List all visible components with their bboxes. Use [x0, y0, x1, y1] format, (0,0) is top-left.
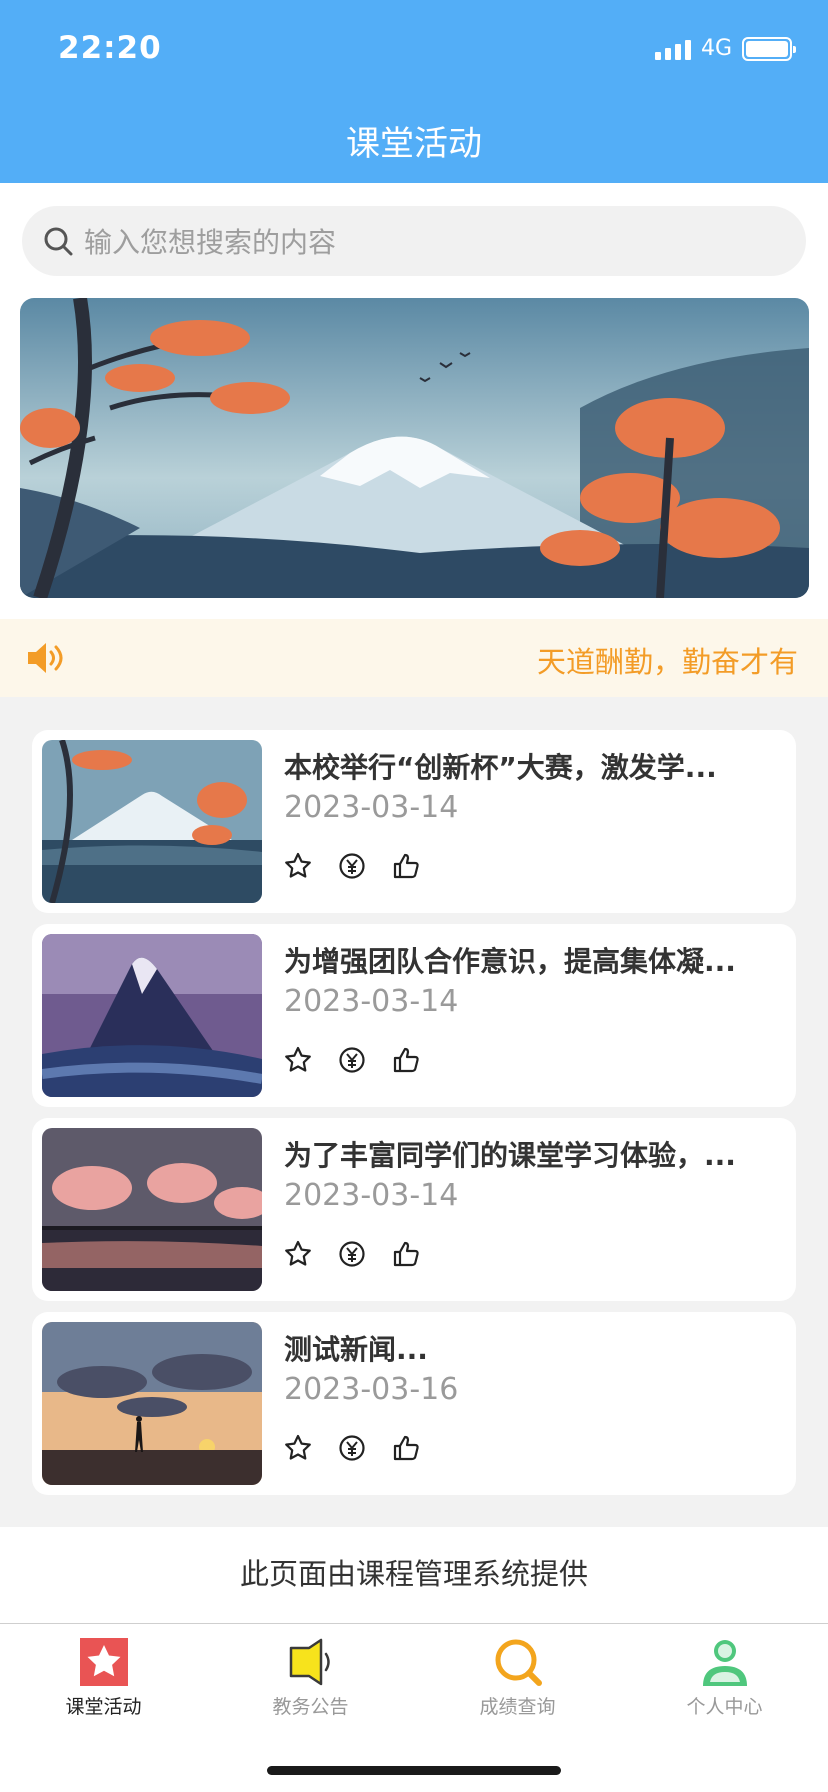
yen-coin-icon[interactable]: [338, 1240, 366, 1268]
news-actions: [284, 1240, 420, 1268]
search-icon: [495, 1639, 542, 1686]
news-thumbnail: [42, 1322, 262, 1485]
thumbs-up-icon[interactable]: [392, 1046, 420, 1074]
news-card[interactable]: 为了丰富同学们的课堂学习体验，... 2023-03-14: [32, 1118, 796, 1301]
network-type: 4G: [700, 36, 732, 61]
tab-personal-center[interactable]: 个人中心: [621, 1636, 828, 1719]
status-time: 22:20: [58, 30, 162, 66]
news-title[interactable]: 测试新闻...: [284, 1328, 428, 1368]
search-input[interactable]: 输入您想搜索的内容: [84, 221, 336, 261]
tab-classroom-activity[interactable]: 课堂活动: [0, 1636, 207, 1719]
news-date: 2023-03-14: [284, 984, 459, 1019]
news-card[interactable]: 本校举行“创新杯”大赛，激发学... 2023-03-14: [32, 730, 796, 913]
status-icons: 4G: [654, 36, 796, 61]
home-indicator[interactable]: [267, 1766, 561, 1775]
news-thumbnail: [42, 934, 262, 1097]
footer: 此页面由课程管理系统提供: [0, 1527, 828, 1623]
signal-icon: [654, 38, 691, 60]
person-icon: [702, 1640, 747, 1686]
dusk-silhouette-image: [42, 1322, 262, 1485]
news-card[interactable]: 测试新闻... 2023-03-16: [32, 1312, 796, 1495]
news-date: 2023-03-16: [284, 1372, 459, 1407]
news-thumbnail: [42, 1128, 262, 1291]
news-title[interactable]: 本校举行“创新杯”大赛，激发学...: [284, 746, 717, 786]
tab-academic-notice[interactable]: 教务公告: [207, 1636, 414, 1719]
news-thumbnail: [42, 740, 262, 903]
tab-label: 课堂活动: [65, 1696, 142, 1718]
battery-icon: [742, 36, 796, 61]
news-actions: [284, 852, 420, 880]
tab-label: 成绩查询: [479, 1696, 556, 1718]
tab-label: 个人中心: [686, 1696, 763, 1718]
app-header: 22:20 4G 课堂活动: [0, 0, 828, 183]
tab-label: 教务公告: [272, 1696, 349, 1718]
news-title[interactable]: 为了丰富同学们的课堂学习体验，...: [284, 1134, 736, 1174]
tab-grade-query[interactable]: 成绩查询: [414, 1636, 621, 1719]
banner-mountain-illustration: [20, 298, 809, 598]
yen-coin-icon[interactable]: [338, 1434, 366, 1462]
thumbs-up-icon[interactable]: [392, 852, 420, 880]
footer-text: 此页面由课程管理系统提供: [239, 1557, 588, 1591]
purple-peak-image: [42, 934, 262, 1097]
speaker-icon: [289, 1638, 330, 1686]
banner-image[interactable]: [20, 298, 809, 598]
news-date: 2023-03-14: [284, 1178, 459, 1213]
page-title: 课堂活动: [346, 124, 482, 164]
star-square-icon: [79, 1638, 128, 1686]
star-icon[interactable]: [284, 1240, 312, 1268]
thumbs-up-icon[interactable]: [392, 1434, 420, 1462]
news-actions: [284, 1046, 420, 1074]
yen-coin-icon[interactable]: [338, 852, 366, 880]
notice-bar[interactable]: 天道酬勤，勤奋才有: [0, 619, 828, 697]
mountain-autumn-image: [42, 740, 262, 903]
notice-text: 天道酬勤，勤奋才有: [536, 645, 798, 679]
news-title[interactable]: 为增强团队合作意识，提高集体凝...: [284, 940, 736, 980]
search-icon: [44, 227, 73, 256]
speaker-icon: [28, 643, 63, 673]
news-actions: [284, 1434, 420, 1462]
news-card[interactable]: 为增强团队合作意识，提高集体凝... 2023-03-14: [32, 924, 796, 1107]
star-icon[interactable]: [284, 1434, 312, 1462]
thumbs-up-icon[interactable]: [392, 1240, 420, 1268]
news-date: 2023-03-14: [284, 790, 459, 825]
yen-coin-icon[interactable]: [338, 1046, 366, 1074]
sunset-clouds-image: [42, 1128, 262, 1291]
star-icon[interactable]: [284, 1046, 312, 1074]
search-bar[interactable]: 输入您想搜索的内容: [22, 206, 806, 276]
star-icon[interactable]: [284, 852, 312, 880]
